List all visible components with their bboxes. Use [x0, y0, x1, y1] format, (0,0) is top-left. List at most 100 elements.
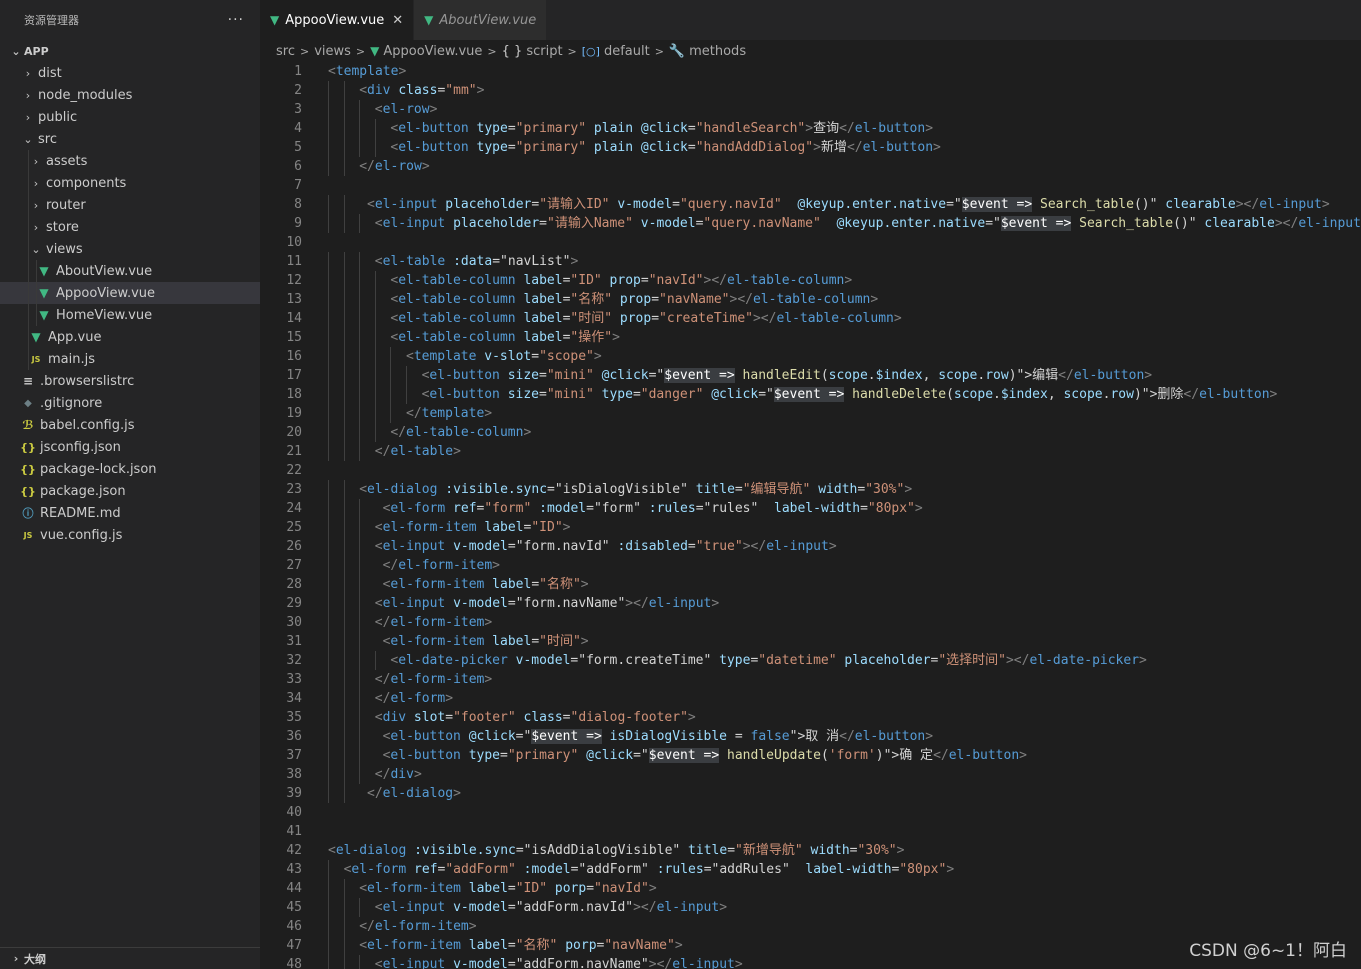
code-token: )">删除: [1133, 387, 1184, 402]
code-token: >: [580, 577, 589, 592]
indent-guide: [343, 575, 345, 594]
file-item[interactable]: ▼ AppooView.vue: [0, 282, 260, 304]
line-number: 25: [286, 520, 302, 535]
code-token: scope: [938, 368, 978, 383]
file-item[interactable]: ≡ .browserslistrc: [0, 370, 260, 392]
indent-guide: [359, 442, 361, 461]
breadcrumb-src[interactable]: src: [276, 44, 295, 59]
code-token: el-form-item: [390, 672, 485, 687]
indent-guide: [328, 328, 329, 347]
code-token: >: [429, 102, 438, 117]
folder-item[interactable]: › dist: [0, 62, 260, 84]
code-token: el-input: [382, 216, 446, 231]
folder-item[interactable]: › store: [0, 216, 260, 238]
code-text: </el-form-item>: [359, 917, 476, 936]
folder-item[interactable]: › public: [0, 106, 260, 128]
code-token: Search_table: [1071, 216, 1174, 231]
indent-guide: [328, 480, 329, 499]
breadcrumb-methods[interactable]: methods: [689, 44, 746, 59]
code-token: >: [914, 501, 923, 516]
folder-item[interactable]: ⌄ views: [0, 238, 260, 260]
code-token: </: [406, 406, 422, 421]
code-token: ></: [1235, 197, 1260, 212]
code-line: 39 </el-dialog>: [260, 784, 1361, 803]
code-line: 31 <el-form-item label="时间">: [260, 632, 1361, 651]
code-token: width: [802, 843, 850, 858]
code-line: 28 <el-form-item label="名称">: [260, 575, 1361, 594]
indent-guide: [359, 556, 361, 575]
code-text: <el-form-item label="ID">: [375, 518, 571, 537]
indent-guide: [359, 328, 361, 347]
code-token: =: [727, 843, 736, 858]
file-item[interactable]: ℬbabel.config.js: [0, 414, 260, 436]
code-token: "navName": [604, 938, 675, 953]
code-token: =": [515, 729, 532, 744]
indent-guide: [343, 898, 345, 917]
indent-guide: [359, 594, 361, 613]
code-token: >: [719, 900, 728, 915]
indent-guide: [343, 157, 345, 176]
breadcrumb-views[interactable]: views: [314, 44, 351, 59]
indent-guide: [343, 955, 345, 969]
project-root[interactable]: ⌄ APP: [0, 40, 260, 62]
indent-guide: [359, 252, 361, 271]
file-item[interactable]: ⓘ README.md: [0, 502, 260, 524]
code-token: "mm": [445, 83, 477, 98]
code-token: =: [687, 539, 696, 554]
line-number: 18: [286, 387, 302, 402]
file-item[interactable]: ▼ AboutView.vue: [0, 260, 260, 282]
breadcrumb-script[interactable]: script: [526, 44, 562, 59]
folder-item[interactable]: › router: [0, 194, 260, 216]
code-token: ,: [1047, 387, 1064, 402]
more-actions-icon[interactable]: ···: [228, 12, 244, 28]
code-token: >: [562, 520, 571, 535]
code-token: isDialogVisible: [601, 729, 728, 744]
close-icon[interactable]: ✕: [392, 13, 403, 28]
file-item[interactable]: JS main.js: [0, 348, 260, 370]
folder-item[interactable]: › components: [0, 172, 260, 194]
tree-item-label: babel.config.js: [40, 417, 135, 433]
indent-guide: [28, 348, 29, 370]
code-editor[interactable]: 1 <template> 2 <div class="mm"> 3 <el-row> 4 <e…: [260, 62, 1361, 969]
folder-item[interactable]: ⌄ src: [0, 128, 260, 150]
code-token: @click: [460, 729, 516, 744]
indent-guide: [28, 282, 29, 304]
folder-item[interactable]: › node_modules: [0, 84, 260, 106]
indent-guide: [374, 271, 376, 290]
indent-guide: [328, 252, 329, 271]
file-item[interactable]: {} package-lock.json: [0, 458, 260, 480]
indent-guide: [343, 214, 345, 233]
code-token: "form": [484, 501, 532, 516]
code-token: placeholder: [836, 653, 931, 668]
breadcrumb-file[interactable]: AppooView.vue: [383, 44, 482, 59]
folder-item[interactable]: › assets: [0, 150, 260, 172]
code-line: 13 <el-table-column label="名称" prop="navN…: [260, 290, 1361, 309]
code-token: clearable: [1157, 197, 1236, 212]
line-number: 39: [286, 786, 302, 801]
code-token: "query.navName": [703, 216, 821, 231]
breadcrumb-default[interactable]: default: [604, 44, 650, 59]
code-token: "datetime": [758, 653, 837, 668]
file-item[interactable]: JS vue.config.js: [0, 524, 260, 546]
code-token: porp: [557, 938, 597, 953]
code-token: ="form.createTime": [570, 653, 712, 668]
indent-guide: [359, 670, 361, 689]
outline-section[interactable]: › 大纲: [0, 947, 260, 969]
tab-appooview[interactable]: ▼ AppooView.vue ✕: [260, 0, 415, 40]
code-token: el-input: [382, 900, 446, 915]
tab-aboutview[interactable]: ▼ AboutView.vue: [414, 0, 548, 40]
indent-guide: [359, 898, 361, 917]
file-item[interactable]: ▼ HomeView.vue: [0, 304, 260, 326]
indent-guide: [328, 594, 329, 613]
code-token: v-slot: [476, 349, 532, 364]
indent-guide: [359, 214, 361, 233]
code-token: :disabled: [609, 539, 688, 554]
file-item[interactable]: ▼ App.vue: [0, 326, 260, 348]
file-item[interactable]: {} package.json: [0, 480, 260, 502]
file-item[interactable]: {} jsconfig.json: [0, 436, 260, 458]
code-token: v-model: [445, 539, 508, 554]
indent-guide: [343, 936, 345, 955]
file-item[interactable]: ◆ .gitignore: [0, 392, 260, 414]
code-token: =: [445, 710, 454, 725]
code-token: el-form-item: [367, 938, 461, 953]
